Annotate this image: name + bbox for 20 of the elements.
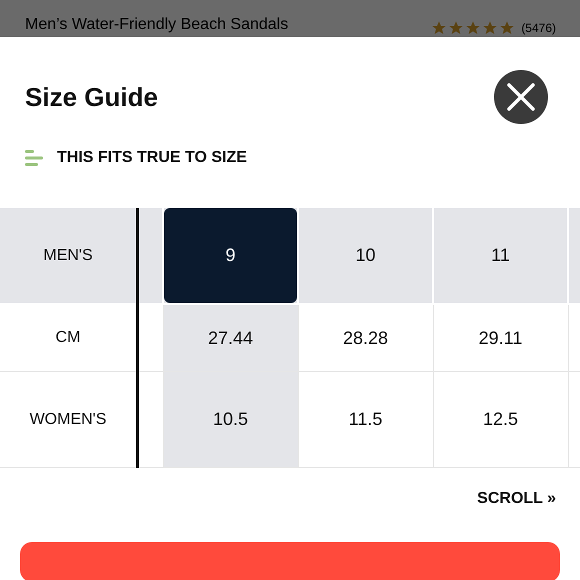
close-button[interactable] <box>494 70 548 124</box>
product-subtitle: Men’s Water-Friendly Beach Sandals <box>25 16 288 34</box>
sheet-title: Size Guide <box>25 82 158 112</box>
size-option[interactable]: 9 <box>164 208 297 303</box>
table-cell: 12.5 <box>433 372 568 468</box>
table-header-cell: MEN'S <box>0 208 138 304</box>
fit-bars-icon <box>25 150 43 166</box>
table-cell: 29.11 <box>433 304 568 372</box>
table-cell: 27.44 <box>163 304 298 372</box>
review-count: (5476) <box>521 21 556 35</box>
table-cell: 10.5 <box>163 372 298 468</box>
row-label: WOMEN'S <box>0 372 138 468</box>
close-icon <box>506 82 536 112</box>
table-cell: 11.5 <box>298 372 433 468</box>
size-option[interactable]: 10 <box>299 208 432 303</box>
fit-note: THIS FITS TRUE TO SIZE <box>57 149 247 167</box>
size-option[interactable]: 11 <box>434 208 567 303</box>
scroll-link[interactable]: SCROLL » <box>477 490 556 507</box>
row-label: CM <box>0 304 138 372</box>
table-cell: 28.28 <box>298 304 433 372</box>
